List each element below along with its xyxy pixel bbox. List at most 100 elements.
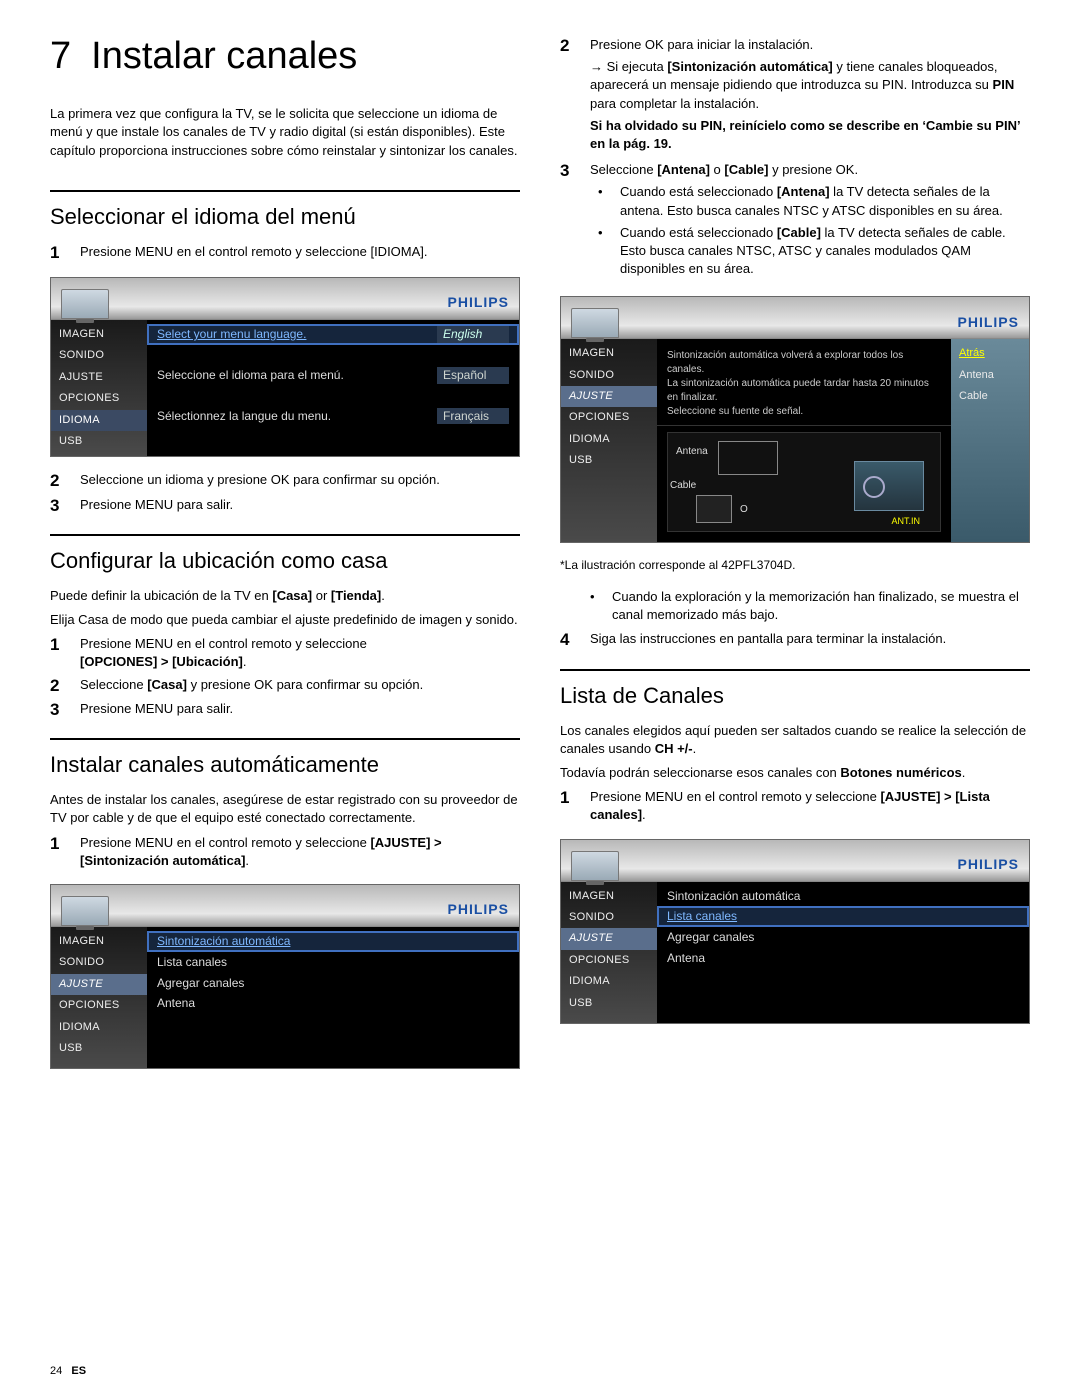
- paragraph: Puede definir la ubicación de la TV en […: [50, 587, 520, 605]
- chapter-number: 7: [50, 35, 71, 77]
- lang-row-fr-label: Sélectionnez la langue du menu.: [157, 408, 437, 425]
- divider: [560, 669, 1030, 671]
- lista-row-agregar: Agregar canales: [667, 929, 1019, 946]
- step-body: Presione MENU en el control remoto y sel…: [590, 788, 1030, 824]
- lang-row-es-label: Seleccione el idioma para el menú.: [157, 367, 437, 384]
- tv-icon: [61, 289, 109, 319]
- paragraph: Elija Casa de modo que pueda cambiar el …: [50, 611, 520, 629]
- menu-usb: USB: [561, 993, 657, 1014]
- paragraph: Antes de instalar los canales, asegúrese…: [50, 791, 520, 827]
- tv-icon: [61, 896, 109, 926]
- brand-logo: PHILIPS: [448, 900, 509, 926]
- tv-side-menu: IMAGEN SONIDO AJUSTE OPCIONES IDIOMA USB: [561, 882, 657, 1023]
- step-number: 3: [50, 496, 66, 516]
- menu-imagen: IMAGEN: [561, 886, 657, 907]
- ajuste-row-antena: Antena: [157, 995, 509, 1012]
- lista-row-antena: Antena: [667, 950, 1019, 967]
- menu-sonido: SONIDO: [561, 365, 657, 386]
- ajuste-row-lista: Lista canales: [157, 954, 509, 971]
- menu-ajuste: AJUSTE: [561, 928, 657, 949]
- divider: [50, 738, 520, 740]
- brand-logo: PHILIPS: [958, 313, 1019, 339]
- tv-main-panel: Select your menu language.English Selecc…: [147, 320, 519, 456]
- menu-idioma: IDIOMA: [561, 971, 657, 992]
- page-lang: ES: [71, 1365, 86, 1377]
- tv-main-panel: Sintonización automática Lista canales A…: [147, 927, 519, 1068]
- ajuste-row-sint: Sintonización automática: [157, 933, 509, 950]
- menu-idioma: IDIOMA: [561, 429, 657, 450]
- lang-row-en-val: English: [437, 326, 509, 343]
- brand-logo: PHILIPS: [958, 855, 1019, 881]
- brand-logo: PHILIPS: [448, 293, 509, 319]
- step-body: Presione MENU en el control remoto y sel…: [80, 243, 520, 263]
- section-heading-location: Configurar la ubicación como casa: [50, 546, 520, 577]
- menu-imagen: IMAGEN: [561, 343, 657, 364]
- step-body: Presione MENU en el control remoto y sel…: [80, 635, 520, 671]
- step-body: Seleccione [Antena] o [Cable] y presione…: [590, 161, 1030, 282]
- menu-ajuste: AJUSTE: [51, 367, 147, 388]
- menu-imagen: IMAGEN: [51, 931, 147, 952]
- step-body: Presione MENU para salir.: [80, 496, 520, 516]
- step-number: 2: [50, 676, 66, 696]
- lista-row-lista: Lista canales: [667, 908, 1019, 925]
- lang-row-es-val: Español: [437, 367, 509, 384]
- step-body: Siga las instrucciones en pantalla para …: [590, 630, 1030, 650]
- step-body: Presione MENU en el control remoto y sel…: [80, 834, 520, 870]
- paragraph: Los canales elegidos aquí pueden ser sal…: [560, 722, 1030, 758]
- menu-idioma: IDIOMA: [51, 1017, 147, 1038]
- divider: [50, 190, 520, 192]
- tv-screenshot-language: PHILIPS IMAGEN SONIDO AJUSTE OPCIONES ID…: [50, 277, 520, 457]
- step-body: Presione MENU para salir.: [80, 700, 520, 720]
- tv-right-panel: Atrás Antena Cable: [951, 339, 1029, 542]
- page-footer: 24 ES: [50, 1364, 86, 1379]
- intro-text: La primera vez que configura la TV, se l…: [50, 105, 520, 160]
- menu-sonido: SONIDO: [51, 345, 147, 366]
- section-heading-language: Seleccionar el idioma del menú: [50, 202, 520, 233]
- step-number: 3: [50, 700, 66, 720]
- step-number: 1: [50, 834, 66, 870]
- step-body: Seleccione [Casa] y presione OK para con…: [80, 676, 520, 696]
- tv-main-panel: Sintonización automática Lista canales A…: [657, 882, 1029, 1023]
- menu-sonido: SONIDO: [561, 907, 657, 928]
- diagram-label-o: O: [740, 503, 748, 517]
- connection-diagram: Antena O Cable ANT.IN: [667, 432, 941, 532]
- page-number: 24: [50, 1365, 62, 1377]
- tv-screenshot-source: PHILIPS IMAGEN SONIDO AJUSTE OPCIONES ID…: [560, 296, 1030, 543]
- diagram-label-antena: Antena: [676, 445, 708, 459]
- menu-sonido: SONIDO: [51, 952, 147, 973]
- tv-side-menu: IMAGEN SONIDO AJUSTE OPCIONES IDIOMA USB: [51, 927, 147, 1068]
- tv-main-panel: Sintonización automática volverá a explo…: [657, 339, 951, 542]
- illustration-caption: *La ilustración corresponde al 42PFL3704…: [560, 557, 1030, 574]
- tv-side-menu: IMAGEN SONIDO AJUSTE OPCIONES IDIOMA USB: [51, 320, 147, 456]
- step-number: 3: [560, 161, 576, 282]
- bullet-text: Cuando la exploración y la memorización …: [612, 588, 1030, 624]
- right-item-cable: Cable: [951, 386, 1029, 407]
- lang-row-fr-val: Français: [437, 408, 509, 425]
- lista-row-sint: Sintonización automática: [667, 888, 1019, 905]
- tv-side-menu: IMAGEN SONIDO AJUSTE OPCIONES IDIOMA USB: [561, 339, 657, 542]
- step-body: Presione OK para iniciar la instalación.…: [590, 36, 1030, 157]
- tv-icon: [571, 308, 619, 338]
- tv-screenshot-lista: PHILIPS IMAGEN SONIDO AJUSTE OPCIONES ID…: [560, 839, 1030, 1024]
- menu-opciones: OPCIONES: [51, 388, 147, 409]
- step-number: 2: [50, 471, 66, 491]
- step-number: 2: [560, 36, 576, 157]
- chapter-title: 7 Instalar canales: [50, 30, 520, 83]
- tv-icon: [571, 851, 619, 881]
- tv-screenshot-ajuste: PHILIPS IMAGEN SONIDO AJUSTE OPCIONES ID…: [50, 884, 520, 1069]
- step-body: Seleccione un idioma y presione OK para …: [80, 471, 520, 491]
- menu-opciones: OPCIONES: [51, 995, 147, 1016]
- ajuste-row-agregar: Agregar canales: [157, 975, 509, 992]
- menu-opciones: OPCIONES: [561, 407, 657, 428]
- tv-description: Sintonización automática volverá a explo…: [657, 343, 951, 426]
- right-item-atras: Atrás: [951, 343, 1029, 364]
- chapter-title-text: Instalar canales: [91, 35, 357, 77]
- section-heading-channel-list: Lista de Canales: [560, 681, 1030, 712]
- paragraph: Todavía podrán seleccionarse esos canale…: [560, 764, 1030, 782]
- menu-usb: USB: [51, 1038, 147, 1059]
- step-number: 1: [50, 243, 66, 263]
- menu-usb: USB: [561, 450, 657, 471]
- menu-usb: USB: [51, 431, 147, 452]
- menu-idioma: IDIOMA: [51, 410, 147, 431]
- step-number: 4: [560, 630, 576, 650]
